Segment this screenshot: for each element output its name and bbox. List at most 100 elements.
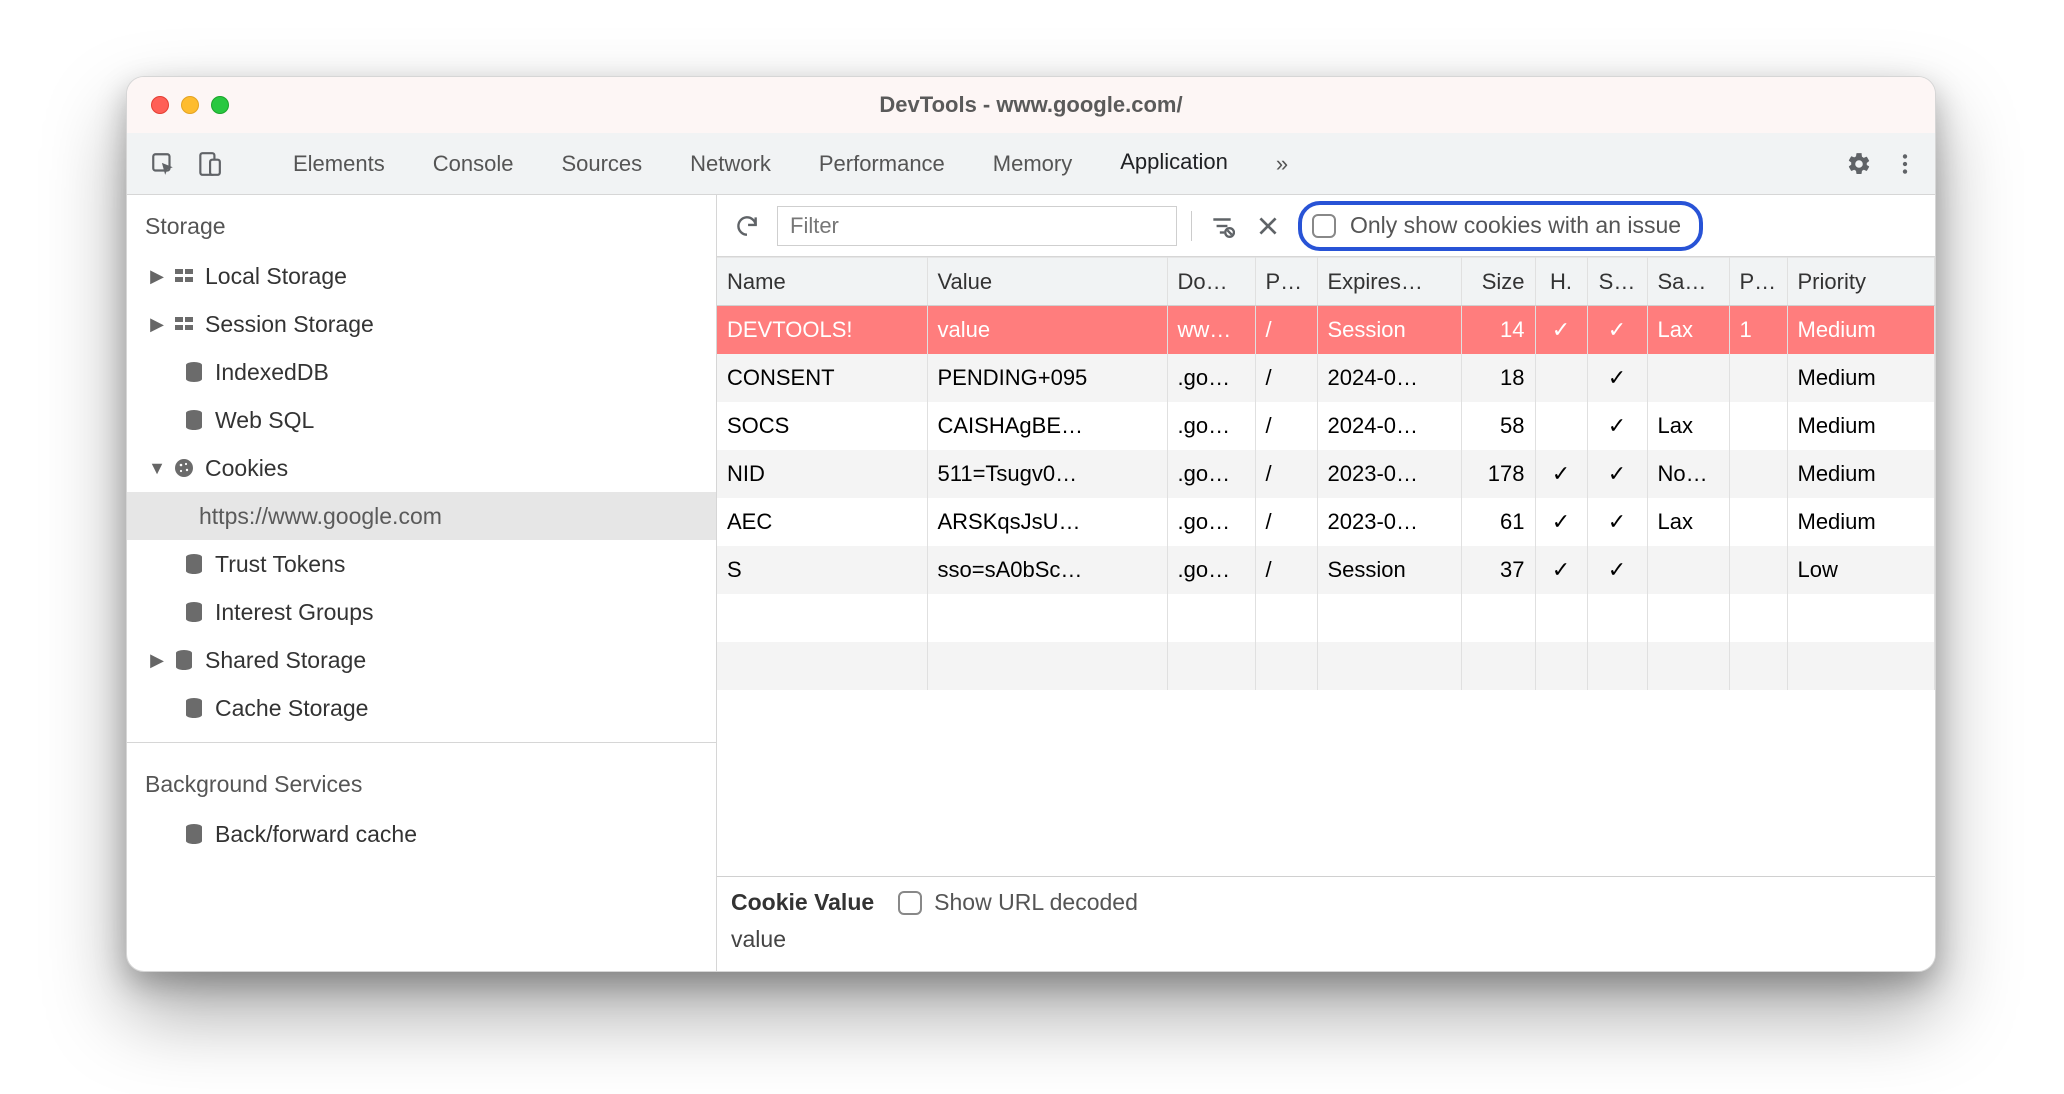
table-row[interactable]: DEVTOOLS!valueww…/Session14✓✓Lax1Medium [717, 306, 1935, 354]
cell-path: / [1255, 402, 1317, 450]
cell-http: ✓ [1535, 450, 1587, 498]
caret-right-icon: ▶ [145, 266, 169, 287]
cell-size: 14 [1461, 306, 1535, 354]
tab-memory[interactable]: Memory [969, 134, 1096, 194]
cell-partition [1729, 546, 1787, 594]
th-path[interactable]: P… [1255, 258, 1317, 306]
sidebar-item-trust-tokens[interactable]: Trust Tokens [127, 540, 716, 588]
only-issues-checkbox[interactable] [1312, 214, 1336, 238]
th-priority[interactable]: Priority [1787, 258, 1935, 306]
tab-performance[interactable]: Performance [795, 134, 969, 194]
th-size[interactable]: Size [1461, 258, 1535, 306]
filter-input[interactable] [777, 206, 1177, 246]
cell-http: ✓ [1535, 546, 1587, 594]
cell-name: DEVTOOLS! [717, 306, 927, 354]
sidebar-item-cache-storage[interactable]: Cache Storage [127, 684, 716, 732]
cell-path: / [1255, 450, 1317, 498]
sidebar-section-storage: Storage [127, 195, 716, 252]
cookies-table[interactable]: Name Value Do… P… Expires… Size H. S… Sa… [717, 257, 1935, 876]
clear-filter-icon[interactable] [1206, 210, 1238, 242]
refresh-icon[interactable] [731, 210, 763, 242]
cell-domain: ww… [1167, 306, 1255, 354]
th-domain[interactable]: Do… [1167, 258, 1255, 306]
settings-icon[interactable] [1841, 146, 1877, 182]
th-partition[interactable]: P… [1729, 258, 1787, 306]
cell-name: CONSENT [717, 354, 927, 402]
caret-right-icon: ▶ [145, 650, 169, 671]
sidebar-item-label: Cookies [199, 455, 288, 482]
cell-value: 511=Tsugv0… [927, 450, 1167, 498]
tab-network[interactable]: Network [666, 134, 795, 194]
cell-domain: .go… [1167, 546, 1255, 594]
clear-all-icon[interactable] [1252, 210, 1284, 242]
cell-value: CAISHAgBE… [927, 402, 1167, 450]
cell-name: AEC [717, 498, 927, 546]
tabs-overflow[interactable]: » [1252, 134, 1312, 194]
sidebar-item-label: Interest Groups [209, 599, 374, 626]
table-row[interactable]: SOCSCAISHAgBE….go…/2024-0…58✓LaxMedium [717, 402, 1935, 450]
cell-secure: ✓ [1587, 450, 1647, 498]
titlebar: DevTools - www.google.com/ [127, 77, 1935, 133]
table-row[interactable]: AECARSKqsJsU….go…/2023-0…61✓✓LaxMedium [717, 498, 1935, 546]
cookies-toolbar: Only show cookies with an issue [717, 195, 1935, 257]
panel-tabs: Elements Console Sources Network Perform… [269, 134, 1831, 194]
database-icon [179, 600, 209, 624]
cell-partition [1729, 498, 1787, 546]
sidebar-item-interest-groups[interactable]: Interest Groups [127, 588, 716, 636]
cell-priority: Medium [1787, 354, 1935, 402]
th-secure[interactable]: S… [1587, 258, 1647, 306]
sidebar-section-background: Background Services [127, 753, 716, 810]
table-header-row[interactable]: Name Value Do… P… Expires… Size H. S… Sa… [717, 258, 1935, 306]
tab-application[interactable]: Application [1096, 134, 1252, 194]
cell-size: 37 [1461, 546, 1535, 594]
show-decoded-checkbox[interactable] [898, 891, 922, 915]
cell-path: / [1255, 306, 1317, 354]
device-toolbar-icon[interactable] [191, 146, 227, 182]
th-samesite[interactable]: Sa… [1647, 258, 1729, 306]
cell-partition [1729, 354, 1787, 402]
th-name[interactable]: Name [717, 258, 927, 306]
table-row[interactable]: CONSENTPENDING+095.go…/2024-0…18✓Medium [717, 354, 1935, 402]
sidebar-item-session-storage[interactable]: ▶ Session Storage [127, 300, 716, 348]
table-row[interactable]: NID511=Tsugv0….go…/2023-0…178✓✓No…Medium [717, 450, 1935, 498]
database-icon [179, 696, 209, 720]
sidebar-item-bfcache[interactable]: Back/forward cache [127, 810, 716, 858]
sidebar-item-label: IndexedDB [209, 359, 329, 386]
sidebar-item-label: Cache Storage [209, 695, 368, 722]
th-httponly[interactable]: H. [1535, 258, 1587, 306]
table-grid-icon [169, 312, 199, 336]
cell-size: 178 [1461, 450, 1535, 498]
sidebar-cookie-origin[interactable]: https://www.google.com [127, 492, 716, 540]
th-expires[interactable]: Expires… [1317, 258, 1461, 306]
cell-samesite: Lax [1647, 306, 1729, 354]
application-sidebar: Storage ▶ Local Storage ▶ Session Storag… [127, 195, 717, 971]
sidebar-item-cookies[interactable]: ▼ Cookies [127, 444, 716, 492]
show-decoded-label: Show URL decoded [934, 889, 1138, 916]
cell-expires: 2024-0… [1317, 402, 1461, 450]
database-icon [179, 552, 209, 576]
sidebar-item-local-storage[interactable]: ▶ Local Storage [127, 252, 716, 300]
cell-samesite [1647, 546, 1729, 594]
database-icon [179, 822, 209, 846]
inspect-element-icon[interactable] [145, 146, 181, 182]
tab-sources[interactable]: Sources [537, 134, 666, 194]
database-icon [169, 648, 199, 672]
sidebar-item-indexeddb[interactable]: IndexedDB [127, 348, 716, 396]
cell-samesite [1647, 354, 1729, 402]
cell-size: 18 [1461, 354, 1535, 402]
th-value[interactable]: Value [927, 258, 1167, 306]
cookie-value-text: value [731, 916, 1921, 953]
cell-samesite: Lax [1647, 402, 1729, 450]
table-row[interactable]: Ssso=sA0bSc….go…/Session37✓✓Low [717, 546, 1935, 594]
sidebar-item-label: Session Storage [199, 311, 374, 338]
sidebar-item-websql[interactable]: Web SQL [127, 396, 716, 444]
only-issues-checkbox-group[interactable]: Only show cookies with an issue [1298, 201, 1703, 251]
cell-value: PENDING+095 [927, 354, 1167, 402]
tab-elements[interactable]: Elements [269, 134, 409, 194]
kebab-menu-icon[interactable] [1887, 146, 1923, 182]
tab-console[interactable]: Console [409, 134, 538, 194]
cell-secure: ✓ [1587, 498, 1647, 546]
sidebar-item-shared-storage[interactable]: ▶ Shared Storage [127, 636, 716, 684]
cell-secure: ✓ [1587, 546, 1647, 594]
table-grid-icon [169, 264, 199, 288]
